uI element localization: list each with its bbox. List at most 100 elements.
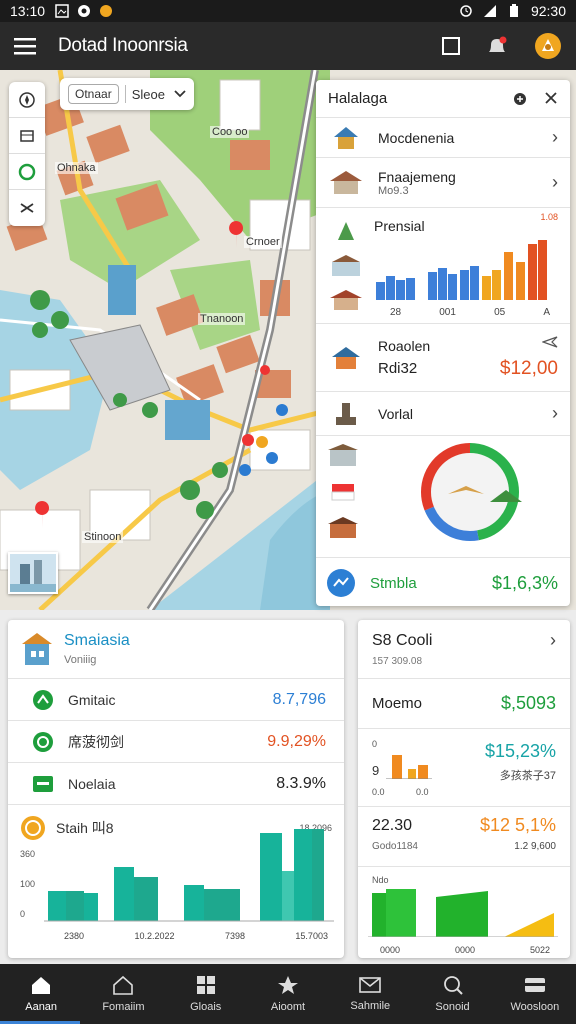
- app-bar: Dotad Inoonrsia: [0, 22, 576, 70]
- summary-row-2[interactable]: 席菠彻剑 9.9,29%: [8, 720, 344, 762]
- stats-badge-icon: [327, 569, 355, 597]
- nav-item-places[interactable]: Fomaiim: [82, 964, 164, 1024]
- house-icon: [330, 170, 362, 194]
- wallet-icon: [524, 978, 545, 992]
- palace-icon: [332, 255, 360, 276]
- share-icon[interactable]: [512, 91, 528, 107]
- summary-row-3[interactable]: Noelaia 8.3.9%: [8, 762, 344, 804]
- map-search-box[interactable]: Otnaar Sleoe: [60, 78, 194, 110]
- chart-x-tick: 05: [494, 307, 506, 318]
- bottom-navigation: Aanan Fomaiim Gloais Aioomt Sahmile Sono…: [0, 964, 576, 1024]
- panel-header: Halalaga: [316, 80, 570, 118]
- nav-label: Woosloon: [510, 1001, 560, 1013]
- location-button[interactable]: [9, 154, 45, 190]
- nav-item-search[interactable]: Sonoid: [411, 964, 493, 1024]
- nav-label: Fomaiim: [102, 1001, 145, 1013]
- notification-icon: [100, 5, 113, 17]
- status-time-left: 13:10: [10, 3, 46, 19]
- x-tick: 10.2.2022: [134, 931, 175, 941]
- summary-card-header: Smaiasia Voniiig: [8, 620, 344, 678]
- cost-card-title: S8 Cooli: [372, 632, 433, 649]
- market-icon: [328, 444, 358, 466]
- chevron-down-icon[interactable]: [174, 90, 186, 98]
- summary-row-1[interactable]: Gmitaic 8.7,796: [8, 678, 344, 720]
- route-icon: [20, 203, 34, 213]
- cost-row-2-tick: 0.0: [416, 787, 429, 797]
- summary-row-1-label: Gmitaic: [68, 691, 116, 708]
- cost-chart-label: Ndo: [372, 875, 389, 885]
- compass-button[interactable]: [9, 82, 45, 118]
- cost-row-1[interactable]: Moemo $,5093: [358, 678, 570, 728]
- panel-row-4[interactable]: Roaolen Rdi32 $12,00: [316, 324, 570, 392]
- nav-label: Aioomt: [270, 1001, 306, 1013]
- panel-row-4-value: $12,00: [499, 358, 558, 379]
- map-search-chip[interactable]: Otnaar: [68, 84, 119, 104]
- chevron-right-icon: ›: [550, 630, 556, 650]
- summary-row-2-value: 9.9,29%: [267, 732, 326, 750]
- layers-button[interactable]: [9, 118, 45, 154]
- divider: [124, 85, 126, 103]
- panel-title: Halalaga: [328, 90, 388, 107]
- panel-row-1-title: Mocdenenia: [378, 129, 455, 146]
- bar-group: [376, 240, 547, 300]
- fullscreen-icon[interactable]: [442, 37, 460, 55]
- street-view-icon: [10, 560, 56, 592]
- summary-card: Smaiasia Voniiig Gmitaic 8.7,796 席菠彻剑 9.…: [8, 620, 344, 958]
- street-view-thumbnail[interactable]: [8, 552, 58, 594]
- panel-row-2-title: Fnaajemeng: [378, 168, 456, 185]
- nav-item-grid[interactable]: Gloais: [165, 964, 247, 1024]
- layers-icon: [20, 129, 34, 142]
- panel-row-2[interactable]: Fnaajemeng Mo9.3 ›: [316, 158, 570, 208]
- app-root: 13:10 92:30 Dotad Inoonrsia Otnaar Sleoe…: [0, 0, 576, 1024]
- nav-item-messages[interactable]: Sahmile: [329, 964, 411, 1024]
- panel-donut-section: [316, 436, 570, 558]
- panel-footer-row[interactable]: Stmbla $1,6,3%: [316, 558, 570, 606]
- map-label-5: Stinoon: [82, 531, 124, 543]
- bell-icon[interactable]: [486, 36, 508, 56]
- panel-row-5[interactable]: Vorlal ›: [316, 392, 570, 436]
- menu-icon[interactable]: [14, 37, 36, 55]
- star-icon: [277, 976, 298, 994]
- battery-icon: [509, 4, 518, 17]
- cost-row-2-tick: 0.0: [372, 787, 385, 797]
- summary-bar-chart: [44, 829, 334, 922]
- summary-chart-section: Staih 叫8 18.2096 360 100 0 2380 10.2.202…: [8, 804, 344, 956]
- cost-card-header[interactable]: S8 Cooli 157 309.08 ›: [358, 620, 570, 678]
- nav-item-home[interactable]: Aanan: [0, 964, 82, 1024]
- cost-row-2-tick: 9: [372, 763, 380, 778]
- pavilion-icon: [330, 290, 362, 310]
- nav-item-more[interactable]: Woosloon: [494, 964, 576, 1024]
- mail-icon: [359, 977, 382, 993]
- cost-row-3-left-sub: Godo1184: [372, 841, 418, 852]
- cost-card: S8 Cooli 157 309.08 › Moemo $,5093 0 9 0…: [358, 620, 570, 958]
- cost-row-2[interactable]: 0 9 0.0 0.0 $15,23% 多孩茶子37: [358, 728, 570, 806]
- x-tick: 5022: [529, 945, 550, 955]
- summary-card-title: Smaiasia: [64, 632, 130, 649]
- monument-icon: [338, 222, 354, 240]
- map-label-2: Ohnaka: [55, 162, 98, 174]
- status-time-right: 92:30: [530, 3, 566, 19]
- panel-row-1[interactable]: Mocdenenia ›: [316, 118, 570, 158]
- cost-row-3[interactable]: 22.30 Godo1184 $12 5,1% 1.2 9,600: [358, 806, 570, 866]
- building-icon: [22, 633, 52, 665]
- chart-x-tick: A: [543, 307, 550, 318]
- nav-item-explore[interactable]: Aioomt: [247, 964, 329, 1024]
- panel-footer-label: Stmbla: [370, 574, 417, 592]
- summary-row-3-value: 8.3.9%: [276, 774, 326, 792]
- panel-bar-chart: [376, 240, 547, 300]
- panel-footer-value: $1,6,3%: [491, 572, 558, 593]
- chevron-right-icon: ›: [552, 172, 558, 192]
- y-tick: 100: [20, 879, 36, 889]
- panel-row-5-title: Vorlal: [378, 405, 414, 422]
- cost-chart-section: Ndo 0000 0000 5022: [358, 866, 570, 958]
- cost-bar-chart: [368, 889, 558, 937]
- cost-row-2-sub: 多孩茶子37: [499, 770, 556, 782]
- app-title: Dotad Inoonrsia: [58, 35, 188, 56]
- summary-card-subtitle: Voniiig: [64, 654, 97, 666]
- route-button[interactable]: [9, 190, 45, 226]
- alarm-icon: [460, 5, 472, 17]
- profile-badge-icon[interactable]: [534, 32, 562, 60]
- sync-icon: [78, 5, 91, 17]
- close-icon[interactable]: [544, 91, 558, 105]
- map-controls: [9, 82, 45, 226]
